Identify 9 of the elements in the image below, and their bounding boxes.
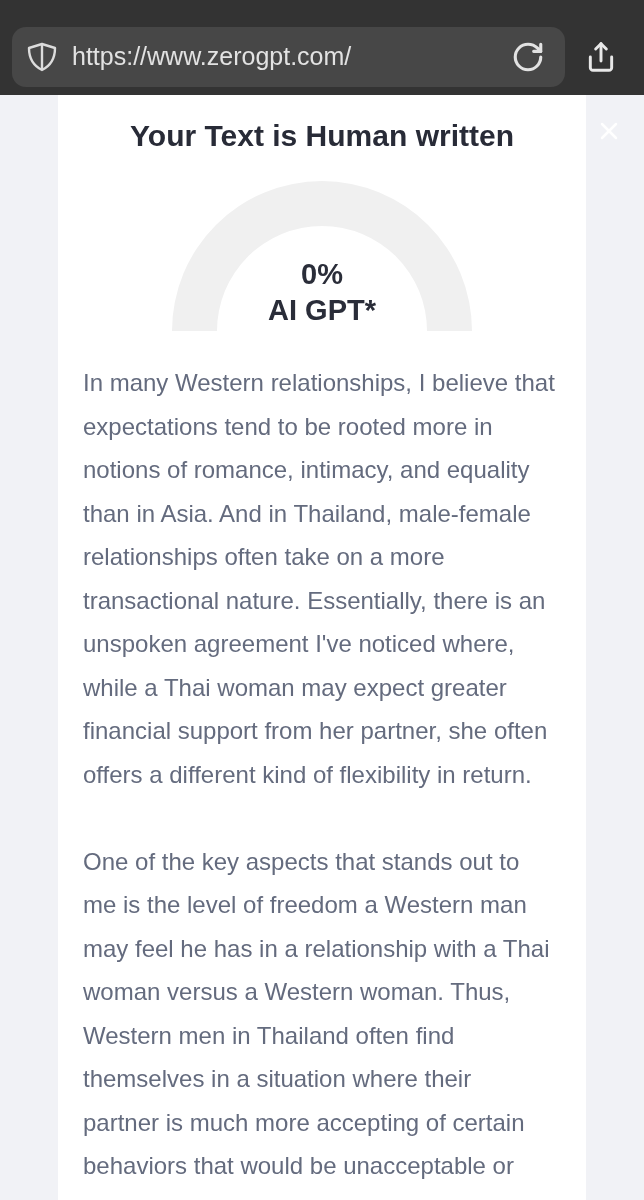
- body-paragraph: One of the key aspects that stands out to me is the level of freedom a Western man may feel he has in a relationship with a Thai woman versus a Western woman. Thus, Western men in Thailand often find themselves in a situation where their partner is much more accepting of certain behaviors that would be unacceptable or: [83, 846, 551, 1181]
- score-label: AI GPT*: [268, 293, 376, 328]
- url-text: https://www.zerogpt.com/: [72, 41, 353, 73]
- result-title: Your Text is Human written: [130, 118, 514, 154]
- shield-icon[interactable]: [26, 42, 58, 72]
- address-bar[interactable]: https://www.zerogpt.com/: [12, 27, 565, 87]
- reload-icon[interactable]: [511, 40, 545, 74]
- score-value: 0%: [301, 257, 343, 292]
- body-paragraph: In many Western relationships, I believe that expectations tend to be rooted more in notions of romance, intimacy, and equality than in Asia. And in Thailand, male-female relationships often take on a more transactional nature. Essentially, there is an unspoken agreement I've noticed where, while a Thai woman may expect greater financial support from her partner, she often offers a different kind of flexibility in return.: [83, 368, 556, 790]
